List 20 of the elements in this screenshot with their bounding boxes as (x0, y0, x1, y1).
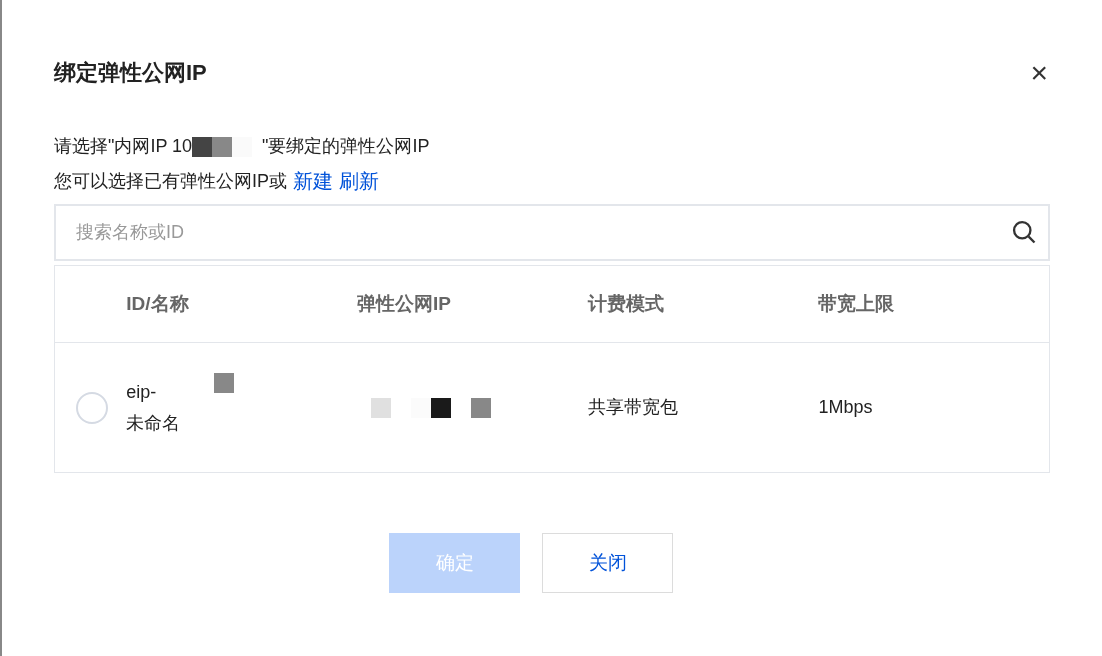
dialog-title: 绑定弹性公网IP (54, 59, 207, 87)
prompt-text: 请选择"内网IP 10 (54, 135, 193, 158)
close-button[interactable]: × (1030, 57, 1048, 88)
link[interactable]: 刷新 (339, 166, 379, 196)
search-icon (1010, 218, 1038, 246)
table-cell-text: 未命名 (126, 411, 182, 435)
radio-button[interactable] (75, 391, 108, 424)
table-cell-text: 共享带宽包 (587, 396, 679, 419)
link[interactable]: 新建 (293, 166, 333, 196)
dialog-button[interactable]: 关闭 (542, 533, 673, 593)
search-field[interactable]: 搜索名称或ID (54, 204, 1050, 261)
redaction-drawing (214, 372, 235, 393)
column-header: ID/名称 (126, 291, 190, 316)
column-header: 计费模式 (587, 291, 665, 316)
hint-text: 您可以选择已有弹性公网IP或 (54, 169, 287, 193)
column-header: 带宽上限 (818, 291, 896, 316)
table-cell-text: 1Mbps (818, 396, 874, 419)
column-header: 弹性公网IP (357, 291, 452, 316)
prompt-text: "要绑定的弹性公网IP (262, 135, 430, 158)
table-cell-text: eip- (126, 380, 157, 404)
